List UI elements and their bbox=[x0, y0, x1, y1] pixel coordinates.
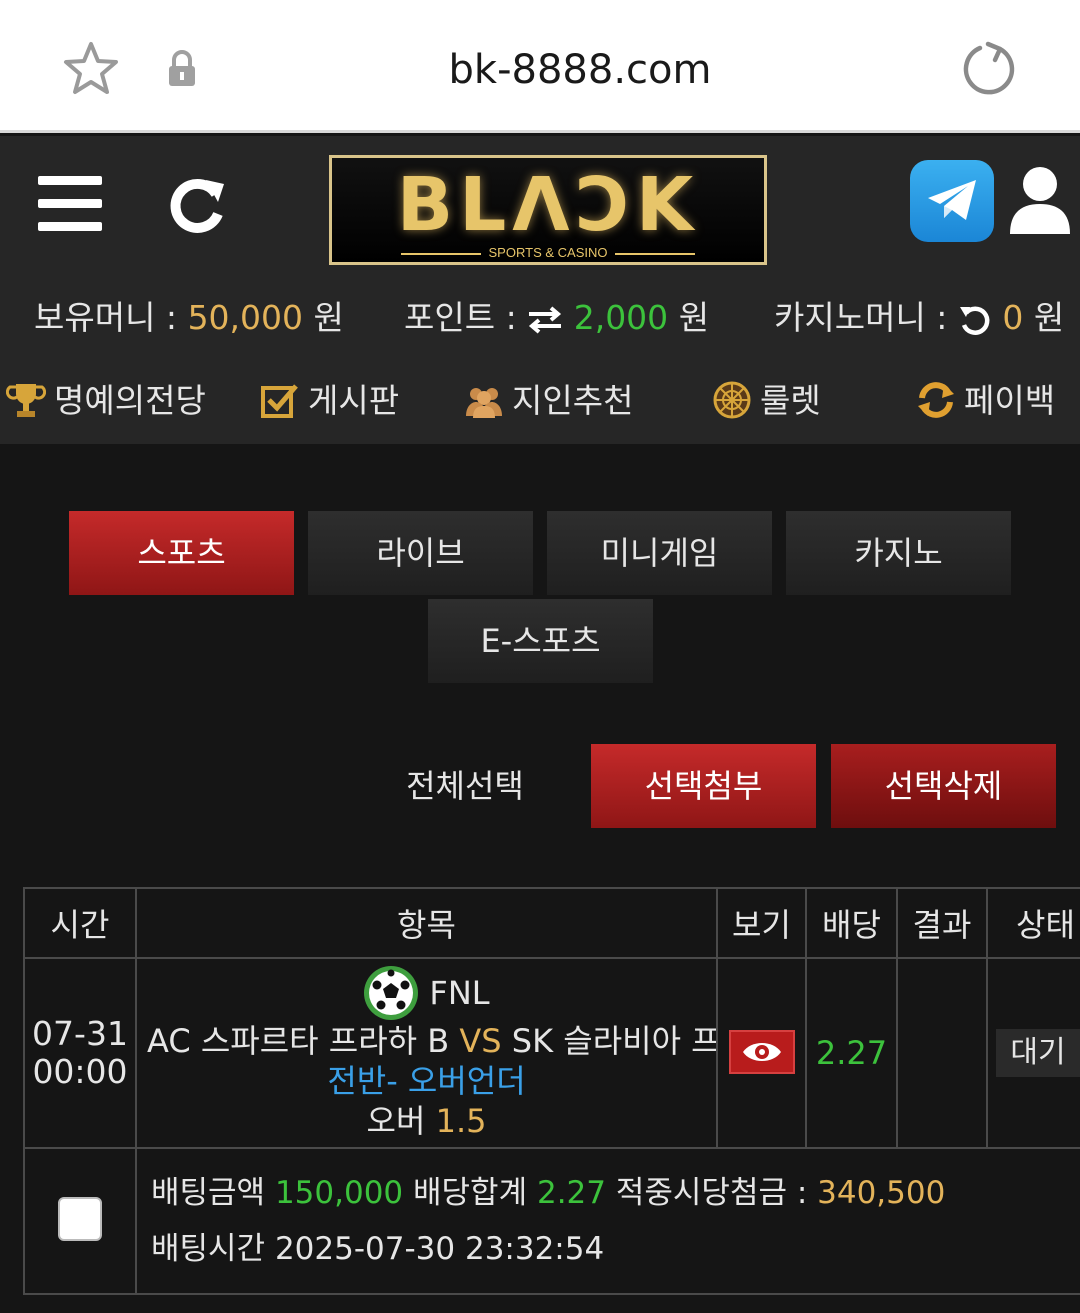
soccer-ball-icon bbox=[364, 966, 419, 1020]
site-logo[interactable]: BLΛↃK SPORTS & CASINO bbox=[329, 155, 767, 265]
bet-item-cell: FNL AC 스파르타 프라하 B VS SK 슬라비아 프라하 B 전반- 오… bbox=[135, 957, 718, 1149]
user-icon[interactable] bbox=[1008, 164, 1072, 236]
odds-total: 2.27 bbox=[536, 1175, 606, 1211]
market-name: 전반- 오버언더 bbox=[327, 1062, 526, 1100]
header-odds: 배당 bbox=[805, 887, 898, 959]
match-line: AC 스파르타 프라하 B VS SK 슬라비아 프라하 B bbox=[138, 1021, 715, 1061]
tab-casino[interactable]: 카지노 bbox=[786, 511, 1011, 595]
money-balance: 보유머니 : 50,000 원 bbox=[34, 296, 344, 340]
summary-line-2: 배팅시간 2025-07-30 23:32:54 bbox=[151, 1221, 1080, 1277]
attach-selected-button[interactable]: 선택첨부 bbox=[591, 744, 816, 828]
roulette-icon bbox=[713, 381, 751, 418]
quick-menu-label: 페이백 bbox=[964, 381, 1056, 420]
quick-menu-label: 룰렛 bbox=[760, 381, 821, 420]
tab-minigame[interactable]: 미니게임 bbox=[547, 511, 772, 595]
header-status: 상태 bbox=[986, 887, 1080, 959]
swap-icon[interactable] bbox=[527, 305, 563, 335]
bet-time-value: 2025-07-30 23:32:54 bbox=[274, 1231, 605, 1267]
bet-hour: 00:00 bbox=[32, 1052, 128, 1091]
lock-icon bbox=[169, 50, 195, 86]
eye-icon bbox=[742, 1043, 781, 1061]
select-all-button[interactable]: 전체선택 bbox=[395, 758, 535, 814]
status-cell: 대기 bbox=[986, 957, 1080, 1149]
payout-value: 340,500 bbox=[817, 1175, 946, 1211]
bet-checkbox[interactable] bbox=[58, 1197, 102, 1241]
quick-menu-referral[interactable]: 지인추천 bbox=[464, 376, 633, 426]
pick-value: 1.5 bbox=[435, 1102, 487, 1140]
vs-label: VS bbox=[459, 1022, 502, 1060]
quick-menu: 명예의전당 게시판 지인추천 룰렛 페이백 bbox=[0, 376, 1080, 426]
casino-unit: 원 bbox=[1033, 298, 1065, 337]
tab-sports[interactable]: 스포츠 bbox=[69, 511, 294, 595]
logo-text: BLΛↃK bbox=[396, 162, 700, 248]
header-time: 시간 bbox=[23, 887, 137, 959]
telegram-icon[interactable] bbox=[910, 160, 994, 242]
quick-menu-label: 게시판 bbox=[308, 381, 400, 420]
undo-icon[interactable] bbox=[958, 303, 992, 337]
bet-table: 시간 항목 보기 배당 결과 상태 07-31 00:00 FNL AC 스파르… bbox=[23, 887, 1080, 1295]
league-name: FNL bbox=[429, 974, 490, 1012]
tab-esports[interactable]: E-스포츠 bbox=[428, 599, 653, 683]
quick-menu-payback[interactable]: 페이백 bbox=[916, 376, 1055, 426]
delete-selected-button[interactable]: 선택삭제 bbox=[831, 744, 1056, 828]
quick-menu-hall-of-fame[interactable]: 명예의전당 bbox=[6, 376, 206, 426]
payback-icon bbox=[918, 381, 954, 418]
bet-time-cell: 07-31 00:00 bbox=[23, 957, 137, 1149]
money-label: 보유머니 : bbox=[34, 298, 178, 337]
bet-summary: 배팅금액 150,000 배당합계 2.27 적중시당첨금 : 340,500 … bbox=[135, 1147, 1080, 1295]
quick-menu-label: 명예의전당 bbox=[54, 381, 206, 420]
header-item: 항목 bbox=[135, 887, 718, 959]
bet-amount: 150,000 bbox=[274, 1175, 404, 1211]
table-header-row: 시간 항목 보기 배당 결과 상태 bbox=[23, 887, 1080, 959]
quick-menu-label: 지인추천 bbox=[512, 381, 634, 420]
casino-label: 카지노머니 : bbox=[774, 298, 948, 337]
pick-line: 오버 1.5 bbox=[138, 1101, 715, 1141]
status-badge: 대기 bbox=[996, 1029, 1080, 1077]
point-balance: 포인트 : 2,000 원 bbox=[404, 296, 709, 340]
reload-icon[interactable] bbox=[960, 40, 1018, 98]
view-cell bbox=[716, 957, 807, 1149]
quick-menu-board[interactable]: 게시판 bbox=[260, 376, 399, 426]
bet-date: 07-31 bbox=[32, 1014, 128, 1053]
checkbox-icon bbox=[261, 383, 298, 418]
refresh-icon[interactable] bbox=[166, 174, 228, 236]
pick-label: 오버 bbox=[366, 1102, 426, 1140]
casino-value: 0 bbox=[1002, 298, 1024, 337]
hamburger-menu-icon[interactable] bbox=[38, 176, 102, 232]
money-value: 50,000 bbox=[187, 298, 304, 337]
star-icon[interactable] bbox=[62, 40, 120, 98]
league-line: FNL bbox=[138, 965, 715, 1021]
header-result: 결과 bbox=[896, 887, 988, 959]
point-value: 2,000 bbox=[573, 298, 669, 337]
quick-menu-roulette[interactable]: 룰렛 bbox=[712, 376, 821, 426]
site-header: BLΛↃK SPORTS & CASINO 보유머니 : 50,000 원 포인… bbox=[0, 136, 1080, 444]
bet-amount-label: 배팅금액 bbox=[151, 1175, 266, 1211]
odds-value: 2.27 bbox=[815, 1034, 888, 1072]
bet-time-label: 배팅시간 bbox=[151, 1231, 266, 1267]
odds-cell: 2.27 bbox=[805, 957, 898, 1149]
tab-live[interactable]: 라이브 bbox=[308, 511, 533, 595]
url-text[interactable]: bk-8888.com bbox=[380, 40, 780, 100]
result-cell bbox=[896, 957, 988, 1149]
payout-label: 적중시당첨금 : bbox=[615, 1175, 808, 1211]
table-row: 07-31 00:00 FNL AC 스파르타 프라하 B VS SK 슬라비아… bbox=[23, 957, 1080, 1149]
point-label: 포인트 : bbox=[404, 298, 517, 337]
browser-bar: bk-8888.com bbox=[0, 0, 1080, 133]
summary-row: 배팅금액 150,000 배당합계 2.27 적중시당첨금 : 340,500 … bbox=[23, 1147, 1080, 1295]
summary-line-1: 배팅금액 150,000 배당합계 2.27 적중시당첨금 : 340,500 bbox=[151, 1165, 1080, 1221]
logo-subtitle: SPORTS & CASINO bbox=[332, 245, 764, 260]
checkbox-cell bbox=[23, 1147, 137, 1295]
people-icon bbox=[466, 387, 502, 418]
away-team: SK 슬라비아 프라하 B bbox=[511, 1022, 715, 1060]
odds-total-label: 배당합계 bbox=[413, 1175, 528, 1211]
eye-button[interactable] bbox=[728, 1030, 795, 1074]
trophy-icon bbox=[6, 383, 46, 417]
home-team: AC 스파르타 프라하 B bbox=[147, 1022, 450, 1060]
header-view: 보기 bbox=[716, 887, 807, 959]
balance-row: 보유머니 : 50,000 원 포인트 : 2,000 원 카지노머니 : 0 … bbox=[0, 296, 1080, 340]
money-unit: 원 bbox=[313, 298, 344, 337]
point-unit: 원 bbox=[678, 298, 710, 337]
casino-balance: 카지노머니 : 0 원 bbox=[774, 296, 1064, 340]
